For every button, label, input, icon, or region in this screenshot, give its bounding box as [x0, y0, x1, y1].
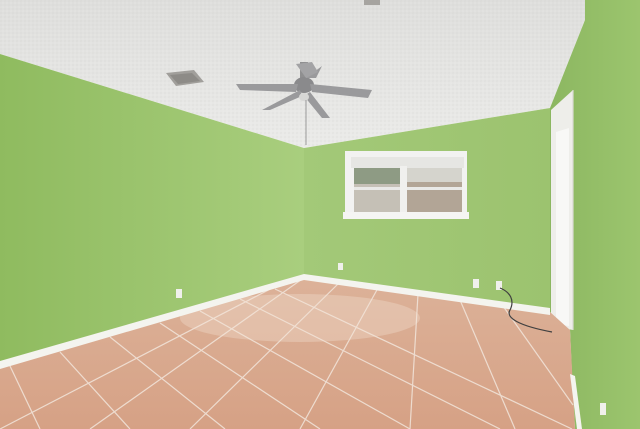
- window-icon: [343, 151, 469, 219]
- door-frame-icon: [551, 90, 574, 330]
- ceiling-vent-small: [364, 0, 380, 5]
- room-illustration: [0, 0, 640, 429]
- room-photo: [0, 0, 640, 429]
